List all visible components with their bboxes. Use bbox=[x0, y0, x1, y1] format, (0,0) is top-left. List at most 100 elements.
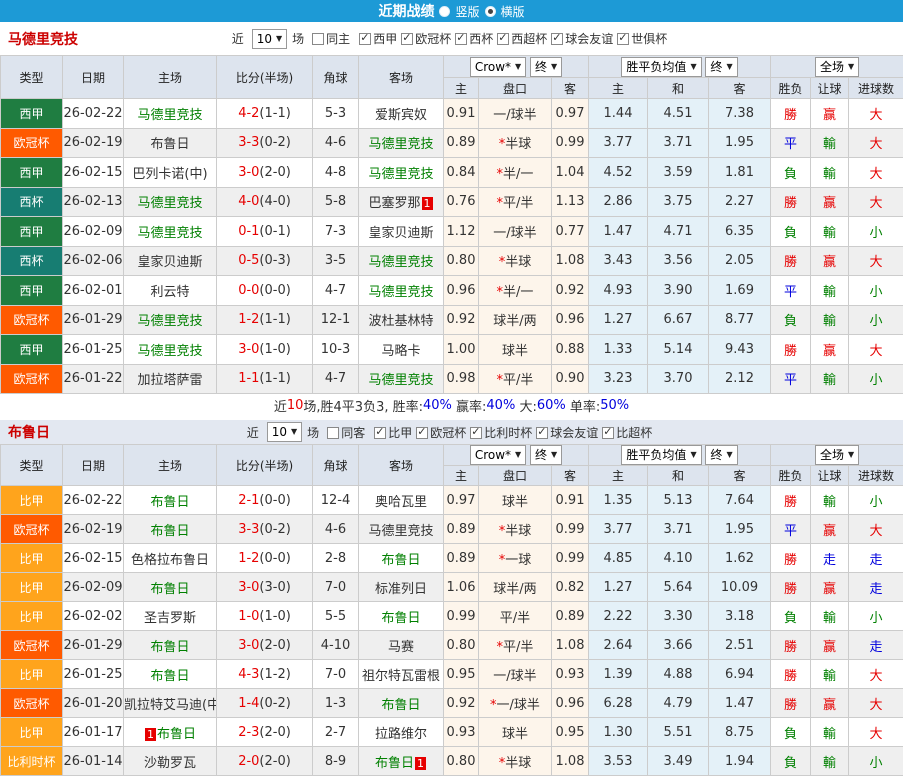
league-badge: 比甲 bbox=[1, 718, 63, 747]
scope-select[interactable]: 全场▼ bbox=[815, 57, 859, 77]
league-label: 球会友谊 bbox=[550, 426, 598, 440]
away-team-cell: 马德里竞技 bbox=[359, 128, 444, 158]
date-cell: 26-02-15 bbox=[63, 544, 124, 573]
corners-cell: 5-5 bbox=[313, 602, 359, 631]
league-checkbox[interactable] bbox=[551, 33, 563, 45]
away-team-cell: 马德里竞技 bbox=[359, 158, 444, 188]
col-type: 类型 bbox=[1, 56, 63, 99]
result-cell: 勝 bbox=[771, 660, 811, 689]
mean-draw-cell: 3.66 bbox=[648, 631, 709, 660]
layout-vertical-radio[interactable] bbox=[439, 6, 450, 17]
sub-result: 胜负 bbox=[771, 78, 811, 99]
same-home-filter[interactable]: 同主 bbox=[312, 30, 350, 47]
corners-cell: 4-7 bbox=[313, 276, 359, 306]
league-filter[interactable]: 比利时杯 bbox=[470, 426, 532, 440]
league-filter[interactable]: 比甲 bbox=[374, 426, 412, 440]
corners-cell: 4-8 bbox=[313, 158, 359, 188]
mean-draw-cell: 3.30 bbox=[648, 602, 709, 631]
league-checkbox[interactable] bbox=[416, 427, 428, 439]
league-filter[interactable]: 比超杯 bbox=[602, 426, 652, 440]
mean-draw-cell: 3.75 bbox=[648, 187, 709, 217]
mean-home-cell: 1.39 bbox=[589, 660, 648, 689]
goals-result-cell: 大 bbox=[849, 158, 903, 188]
mean-away-cell: 8.75 bbox=[709, 718, 771, 747]
score-cell: 4-2(1-1) bbox=[217, 99, 313, 129]
chevron-down-icon: ▼ bbox=[291, 424, 297, 440]
league-filter[interactable]: 世俱杯 bbox=[617, 32, 667, 46]
league-checkbox[interactable] bbox=[455, 33, 467, 45]
mean-stage-select[interactable]: 终▼ bbox=[705, 445, 737, 465]
same-home-checkbox[interactable] bbox=[312, 33, 324, 45]
mean-stage-select[interactable]: 终▼ bbox=[705, 57, 737, 77]
odds-stage-select[interactable]: 终▼ bbox=[530, 57, 562, 77]
mean-draw-cell: 3.49 bbox=[648, 747, 709, 776]
mean-home-cell: 1.27 bbox=[589, 305, 648, 335]
date-cell: 26-01-25 bbox=[63, 660, 124, 689]
league-checkbox[interactable] bbox=[602, 427, 614, 439]
same-away-checkbox[interactable] bbox=[327, 427, 339, 439]
league-badge: 西杯 bbox=[1, 246, 63, 276]
mean-type-select[interactable]: 胜平负均值▼ bbox=[621, 57, 701, 77]
league-filter[interactable]: 球会友谊 bbox=[551, 32, 613, 46]
away-team-cell: 布鲁日 bbox=[359, 544, 444, 573]
handicap-cell: *半球 bbox=[479, 515, 552, 544]
league-filter[interactable]: 西甲 bbox=[359, 32, 397, 46]
league-badge: 欧冠杯 bbox=[1, 305, 63, 335]
match-count-select[interactable]: 10▼ bbox=[267, 422, 302, 442]
league-checkbox[interactable] bbox=[617, 33, 629, 45]
odds-away-cell: 0.88 bbox=[552, 335, 589, 365]
league-checkbox[interactable] bbox=[359, 33, 371, 45]
handicap-cell: *半/一 bbox=[479, 158, 552, 188]
league-filter[interactable]: 球会友谊 bbox=[536, 426, 598, 440]
odds-stage-select[interactable]: 终▼ bbox=[530, 445, 562, 465]
league-filter[interactable]: 西超杯 bbox=[497, 32, 547, 46]
odds-company-select[interactable]: Crow*▼ bbox=[470, 445, 526, 465]
mean-home-cell: 6.28 bbox=[589, 689, 648, 718]
layout-horizontal-label[interactable]: 横版 bbox=[501, 3, 525, 20]
score-cell: 2-3(2-0) bbox=[217, 718, 313, 747]
league-checkbox[interactable] bbox=[536, 427, 548, 439]
odds-home-cell: 1.06 bbox=[444, 573, 479, 602]
layout-horizontal-radio[interactable] bbox=[485, 6, 496, 17]
away-team-cell: 巴塞罗那1 bbox=[359, 187, 444, 217]
league-checkbox[interactable] bbox=[401, 33, 413, 45]
chevron-down-icon: ▼ bbox=[551, 59, 557, 75]
league-filter[interactable]: 欧冠杯 bbox=[416, 426, 466, 440]
mean-away-cell: 1.95 bbox=[709, 128, 771, 158]
match-count-select[interactable]: 10▼ bbox=[252, 29, 287, 49]
handicap-cell: *半球 bbox=[479, 128, 552, 158]
score-cell: 1-2(0-0) bbox=[217, 544, 313, 573]
score-cell: 3-0(2-0) bbox=[217, 631, 313, 660]
handicap-cell: 球半/两 bbox=[479, 305, 552, 335]
page-title: 近期战绩 bbox=[378, 1, 434, 21]
col-home: 主场 bbox=[124, 445, 217, 486]
date-cell: 26-02-22 bbox=[63, 99, 124, 129]
mean-away-cell: 2.05 bbox=[709, 246, 771, 276]
league-checkbox[interactable] bbox=[470, 427, 482, 439]
mean-home-cell: 2.86 bbox=[589, 187, 648, 217]
league-filter[interactable]: 欧冠杯 bbox=[401, 32, 451, 46]
goals-result-cell: 大 bbox=[849, 246, 903, 276]
match-row: 欧冠杯26-01-22加拉塔萨雷1-1(1-1)4-7马德里竞技0.98*平/半… bbox=[1, 364, 903, 394]
league-filter[interactable]: 西杯 bbox=[455, 32, 493, 46]
handicap-cell: 一/球半 bbox=[479, 660, 552, 689]
away-team-cell: 爱斯宾奴 bbox=[359, 99, 444, 129]
scope-select[interactable]: 全场▼ bbox=[815, 445, 859, 465]
league-checkbox[interactable] bbox=[497, 33, 509, 45]
mean-draw-cell: 5.14 bbox=[648, 335, 709, 365]
mean-away-cell: 1.94 bbox=[709, 747, 771, 776]
mean-type-select[interactable]: 胜平负均值▼ bbox=[621, 445, 701, 465]
league-checkbox[interactable] bbox=[374, 427, 386, 439]
result-cell: 負 bbox=[771, 602, 811, 631]
sub-mean-home: 主 bbox=[589, 466, 648, 486]
odds-company-select[interactable]: Crow*▼ bbox=[470, 57, 526, 77]
same-away-filter[interactable]: 同客 bbox=[327, 424, 365, 441]
chevron-down-icon: ▼ bbox=[276, 31, 282, 47]
away-team-cell: 波杜基林特 bbox=[359, 305, 444, 335]
score-cell: 4-0(4-0) bbox=[217, 187, 313, 217]
mean-draw-cell: 3.90 bbox=[648, 276, 709, 306]
league-badge: 西甲 bbox=[1, 276, 63, 306]
col-type: 类型 bbox=[1, 445, 63, 486]
layout-vertical-label[interactable]: 竖版 bbox=[455, 3, 479, 20]
chevron-down-icon: ▼ bbox=[515, 59, 521, 75]
